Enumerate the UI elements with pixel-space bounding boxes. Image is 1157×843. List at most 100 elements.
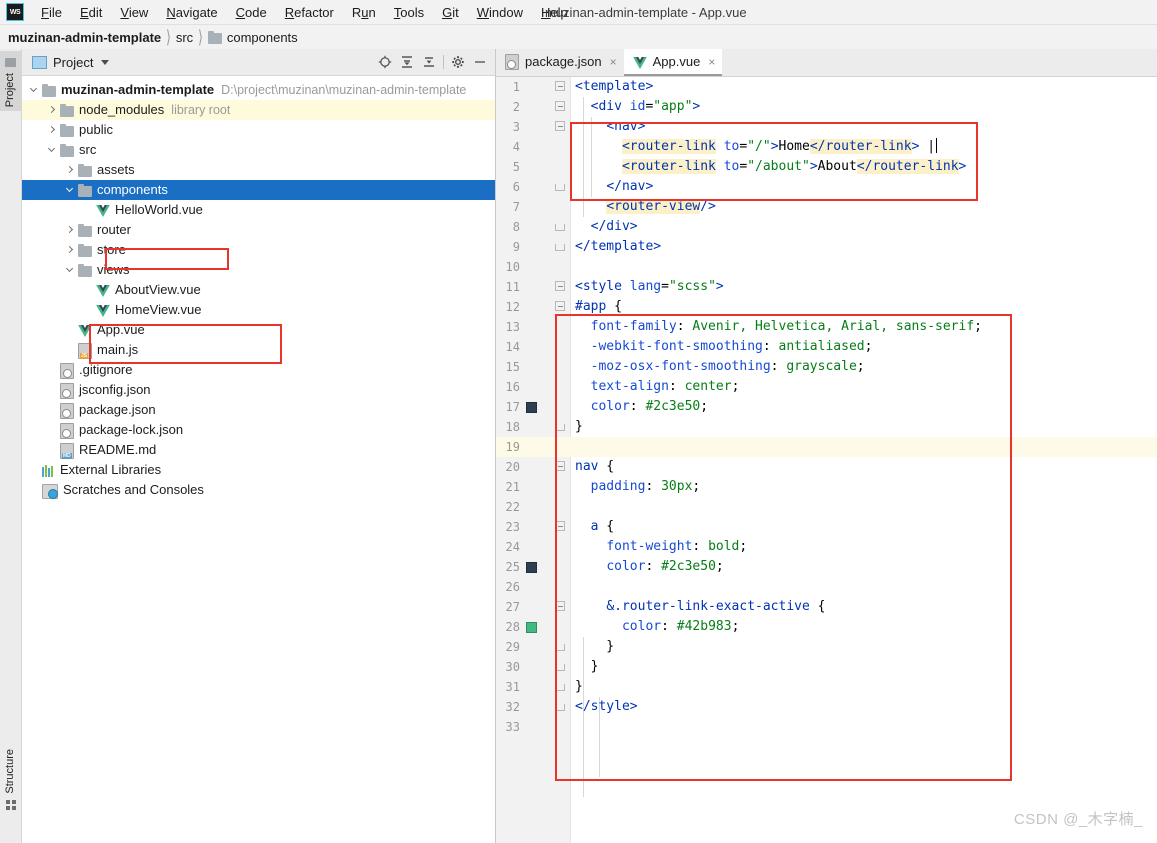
chevron-right-icon[interactable] (64, 244, 77, 257)
code-line[interactable]: 1 <template> (496, 77, 1157, 97)
code-line[interactable]: 29 } (496, 637, 1157, 657)
fold-end-icon[interactable] (554, 700, 567, 713)
fold-end-icon[interactable] (554, 220, 567, 233)
color-swatch-gutter-icon[interactable] (526, 622, 537, 633)
code-line[interactable]: 25 color: #2c3e50; (496, 557, 1157, 577)
code-line[interactable]: 14 -webkit-font-smoothing: antialiased; (496, 337, 1157, 357)
chevron-right-icon[interactable] (46, 104, 59, 117)
fold-end-icon[interactable] (554, 240, 567, 253)
color-swatch-gutter-icon[interactable] (526, 402, 537, 413)
code-line[interactable]: 6 </nav> (496, 177, 1157, 197)
chevron-right-icon[interactable] (64, 224, 77, 237)
code-line[interactable]: 32 </style> (496, 697, 1157, 717)
code-line[interactable]: 9 </template> (496, 237, 1157, 257)
code-line[interactable]: 15 -moz-osx-font-smoothing: grayscale; (496, 357, 1157, 377)
close-icon[interactable]: × (610, 55, 617, 69)
project-tree[interactable]: muzinan-admin-template D:\project\muzinan… (22, 76, 495, 843)
fold-collapse-icon[interactable] (554, 460, 567, 473)
tree-row[interactable]: node_modules library root (22, 100, 495, 120)
code-line[interactable]: 11 <style lang="scss"> (496, 277, 1157, 297)
tree-row[interactable]: store (22, 240, 495, 260)
menu-item-file[interactable]: File (32, 3, 71, 22)
code-line[interactable]: 22 (496, 497, 1157, 517)
menu-item-view[interactable]: View (111, 3, 157, 22)
tree-row[interactable]: muzinan-admin-template D:\project\muzinan… (22, 80, 495, 100)
tool-window-button-structure[interactable]: Structure (0, 749, 21, 813)
code-line[interactable]: 13 font-family: Avenir, Helvetica, Arial… (496, 317, 1157, 337)
fold-collapse-icon[interactable] (554, 520, 567, 533)
fold-collapse-icon[interactable] (554, 120, 567, 133)
select-opened-file-icon[interactable] (374, 51, 396, 73)
menu-item-code[interactable]: Code (227, 3, 276, 22)
tool-window-button-project[interactable]: Project (0, 51, 21, 112)
code-line[interactable]: 8 </div> (496, 217, 1157, 237)
tree-row[interactable]: HelloWorld.vue (22, 200, 495, 220)
fold-end-icon[interactable] (554, 660, 567, 673)
editor-tab-bar[interactable]: package.json × App.vue × (496, 49, 1157, 77)
code-line[interactable]: 19 (496, 437, 1157, 457)
chevron-down-icon[interactable] (64, 264, 77, 277)
code-line[interactable]: 4 <router-link to="/">Home</router-link>… (496, 137, 1157, 157)
code-line[interactable]: 24 font-weight: bold; (496, 537, 1157, 557)
tree-row[interactable]: .gitignore (22, 360, 495, 380)
chevron-right-icon[interactable] (64, 164, 77, 177)
fold-collapse-icon[interactable] (554, 300, 567, 313)
hide-panel-icon[interactable] (469, 51, 491, 73)
fold-end-icon[interactable] (554, 420, 567, 433)
fold-end-icon[interactable] (554, 680, 567, 693)
code-line[interactable]: 23 a { (496, 517, 1157, 537)
code-line[interactable]: 2 <div id="app"> (496, 97, 1157, 117)
tree-row[interactable]: AboutView.vue (22, 280, 495, 300)
fold-collapse-icon[interactable] (554, 80, 567, 93)
menu-item-tools[interactable]: Tools (385, 3, 433, 22)
code-editor[interactable]: 1 <template> 2 <div id="app"> 3 <nav> 4 <rou… (496, 77, 1157, 843)
menu-item-run[interactable]: Run (343, 3, 385, 22)
code-line[interactable]: 26 (496, 577, 1157, 597)
breadcrumb-item-project[interactable]: muzinan-admin-template (8, 30, 161, 45)
tree-row[interactable]: HomeView.vue (22, 300, 495, 320)
code-line[interactable]: 17 color: #2c3e50; (496, 397, 1157, 417)
code-line[interactable]: 31} (496, 677, 1157, 697)
chevron-down-icon[interactable] (28, 84, 41, 97)
editor-tab-package-json[interactable]: package.json × (496, 49, 624, 76)
code-line[interactable]: 3 <nav> (496, 117, 1157, 137)
expand-all-icon[interactable] (396, 51, 418, 73)
code-line[interactable]: 33 (496, 717, 1157, 737)
code-line[interactable]: 21 padding: 30px; (496, 477, 1157, 497)
color-swatch-gutter-icon[interactable] (526, 562, 537, 573)
chevron-down-icon[interactable] (46, 144, 59, 157)
menu-item-git[interactable]: Git (433, 3, 468, 22)
fold-collapse-icon[interactable] (554, 600, 567, 613)
code-line[interactable]: 20 nav { (496, 457, 1157, 477)
code-line[interactable]: 16 text-align: center; (496, 377, 1157, 397)
collapse-all-icon[interactable] (418, 51, 440, 73)
breadcrumb-item-components[interactable]: components (227, 30, 298, 45)
tree-row[interactable]: public (22, 120, 495, 140)
settings-gear-icon[interactable] (447, 51, 469, 73)
chevron-down-icon[interactable] (64, 184, 77, 197)
fold-collapse-icon[interactable] (554, 100, 567, 113)
fold-end-icon[interactable] (554, 180, 567, 193)
chevron-down-icon[interactable] (101, 59, 110, 65)
code-line[interactable]: 5 <router-link to="/about">About</router… (496, 157, 1157, 177)
code-line[interactable]: 18} (496, 417, 1157, 437)
editor-tab-app-vue[interactable]: App.vue × (623, 49, 723, 76)
tree-row[interactable]: MD README.md (22, 440, 495, 460)
tree-row[interactable]: package.json (22, 400, 495, 420)
fold-end-icon[interactable] (554, 640, 567, 653)
menu-item-refactor[interactable]: Refactor (276, 3, 343, 22)
breadcrumb-item-src[interactable]: src (176, 30, 193, 45)
chevron-right-icon[interactable] (46, 124, 59, 137)
menu-item-navigate[interactable]: Navigate (157, 3, 226, 22)
tree-row[interactable]: External Libraries (22, 460, 495, 480)
tree-row[interactable]: JS main.js (22, 340, 495, 360)
tree-row[interactable]: App.vue (22, 320, 495, 340)
code-line[interactable]: 28 color: #42b983; (496, 617, 1157, 637)
code-line[interactable]: 30 } (496, 657, 1157, 677)
close-icon[interactable]: × (708, 55, 715, 69)
code-line[interactable]: 12 #app { (496, 297, 1157, 317)
tree-row[interactable]: src (22, 140, 495, 160)
tree-row[interactable]: router (22, 220, 495, 240)
tree-row[interactable]: Scratches and Consoles (22, 480, 495, 500)
fold-collapse-icon[interactable] (554, 280, 567, 293)
